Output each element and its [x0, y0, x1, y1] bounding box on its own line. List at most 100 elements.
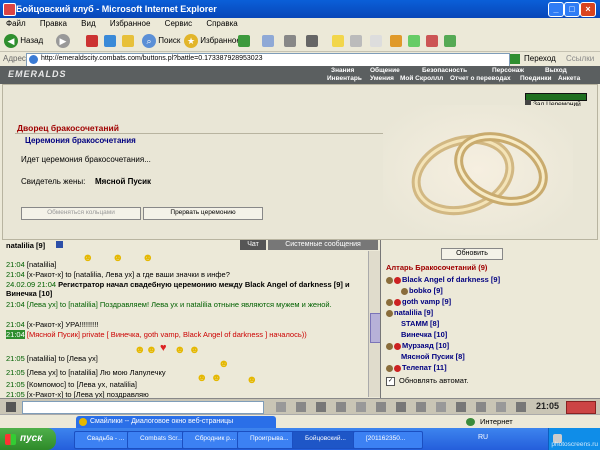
chat-log: 21:04 [natalilia] 21:04 [х-Ракот-х] to [… — [0, 250, 380, 398]
edit-icon[interactable] — [306, 35, 318, 47]
translit-icon[interactable] — [456, 402, 466, 412]
user-row[interactable]: natalilia [9] — [386, 308, 433, 317]
menu-view[interactable]: Вид — [81, 19, 95, 28]
window-title: Бойцовский клуб - Microsoft Internet Exp… — [16, 4, 217, 14]
nav-character[interactable]: Персонаж — [492, 67, 524, 74]
back-arrow-icon: ◀ — [4, 33, 18, 48]
menu-favorites[interactable]: Избранное — [110, 19, 151, 28]
menu-file[interactable]: Файл — [6, 19, 26, 28]
nav-skills[interactable]: Умения — [370, 75, 394, 82]
home-icon[interactable] — [122, 35, 134, 47]
info-icon[interactable] — [56, 241, 63, 248]
window-titlebar: Бойцовский клуб - Microsoft Internet Exp… — [0, 0, 600, 18]
menu-edit[interactable]: Правка — [40, 19, 67, 28]
page-title: Дворец бракосочетаний — [17, 123, 119, 133]
menu-tools[interactable]: Сервис — [165, 19, 192, 28]
chat-line-1: 21:04 [natalilia] — [6, 260, 57, 269]
scroll-icon[interactable] — [516, 402, 526, 412]
links-label[interactable]: Ссылки — [566, 52, 594, 66]
tab-chat[interactable]: Чат — [240, 240, 266, 250]
refresh-button[interactable]: Обновить — [441, 248, 503, 260]
user-row[interactable]: Мурзаяд [10] — [386, 341, 449, 350]
chat-input[interactable] — [22, 401, 264, 414]
user-row[interactable]: Black Angel of darkness [9] — [386, 275, 500, 284]
go-icon[interactable] — [510, 54, 520, 64]
address-label: Адрес: — [3, 54, 29, 63]
mail-icon[interactable] — [262, 35, 274, 47]
auto-refresh-checkbox[interactable]: ✓ — [386, 376, 395, 386]
nav-profile[interactable]: Анкета — [558, 75, 580, 82]
folder-icon[interactable] — [332, 35, 344, 47]
back-button[interactable]: ◀ Назад — [4, 33, 43, 49]
research-icon[interactable] — [390, 35, 402, 47]
nav-knowledge[interactable]: Знания — [331, 67, 354, 74]
user-icon — [386, 364, 393, 372]
chat-line-6: 21:04 [Мясной Пусик] private [ Винечка, … — [6, 330, 307, 339]
user-row[interactable]: STAMM [8] — [401, 319, 439, 328]
favorites-button[interactable]: ★ Избранное — [184, 33, 241, 49]
go-button[interactable]: Переход — [524, 52, 556, 66]
user-icon — [386, 309, 393, 317]
combats-badge-icon — [566, 401, 596, 414]
nav-inventory[interactable]: Инвентарь — [327, 75, 362, 82]
ceremony-status: Идет церемония бракосочетания... — [21, 155, 151, 164]
nav-security[interactable]: Безопасность — [422, 67, 467, 74]
chat-scrollbar[interactable] — [368, 251, 381, 397]
nav-transfers[interactable]: Отчет о переводах — [450, 75, 511, 82]
search-button[interactable]: ⌕ Поиск — [142, 33, 180, 49]
user-row[interactable]: Мясной Пусик [8] — [401, 352, 465, 361]
speaker-icon[interactable] — [396, 402, 406, 412]
minimize-button[interactable]: _ — [548, 2, 564, 17]
watermark: photoscreens.ru — [551, 441, 598, 448]
nav-exit[interactable]: Выход — [545, 67, 567, 74]
task-item[interactable]: [201162350... — [353, 431, 423, 449]
nav-scroll[interactable]: Мой Скроллл — [400, 75, 443, 82]
clover-icon[interactable] — [408, 35, 420, 47]
settings-icon[interactable] — [416, 402, 426, 412]
pencil-icon[interactable] — [296, 402, 306, 412]
user-row[interactable]: bobko [9] — [401, 286, 443, 295]
messenger-icon[interactable] — [370, 35, 382, 47]
dialog-tooltip[interactable]: Смайлики -- Диалоговое окно веб-страницы — [76, 416, 276, 428]
maximize-button[interactable]: □ — [564, 2, 580, 17]
person-icon[interactable] — [336, 402, 346, 412]
clan-icon — [394, 364, 401, 372]
print-icon[interactable] — [284, 35, 296, 47]
start-button[interactable]: пуск — [0, 428, 56, 450]
tab-system-messages[interactable]: Системные сообщения — [268, 240, 378, 250]
forward-arrow-icon: ▶ — [56, 33, 70, 48]
nav-communication[interactable]: Общение — [370, 67, 400, 74]
nav-battles[interactable]: Поединки — [520, 75, 552, 82]
mail-chat-icon[interactable] — [436, 402, 446, 412]
chat-input-bar: 21:05 — [0, 398, 600, 414]
history-icon[interactable] — [238, 35, 250, 47]
filter-icon[interactable] — [356, 402, 366, 412]
address-input[interactable]: http://emeraldscity.combats.com/buttons.… — [26, 53, 510, 67]
menu-bar: Файл Правка Вид Избранное Сервис Справка — [0, 18, 600, 30]
discuss-icon[interactable] — [350, 35, 362, 47]
user-row[interactable]: Винечка [10] — [401, 330, 447, 339]
smiley-picker-icon[interactable] — [316, 402, 326, 412]
close-button[interactable]: × — [580, 2, 596, 17]
tool-icon[interactable] — [426, 35, 438, 47]
user-row[interactable]: goth vamp [9] — [386, 297, 451, 306]
user-row[interactable]: Телепат [11] — [386, 363, 447, 372]
interrupt-ceremony-button[interactable]: Прервать церемонию — [143, 207, 263, 220]
smiley-icon: ☻ ☻ — [174, 344, 201, 356]
smiley-icon: ☻☻ — [134, 344, 158, 356]
heart-icon: ♥ — [160, 342, 167, 354]
forward-button[interactable]: ▶ — [56, 33, 70, 49]
refresh-icon[interactable] — [104, 35, 116, 47]
addon-icon[interactable] — [444, 35, 456, 47]
menu-help[interactable]: Справка — [206, 19, 237, 28]
stop-icon[interactable] — [86, 35, 98, 47]
exchange-rings-button[interactable]: Обменяться кольцами — [21, 207, 141, 220]
language-indicator[interactable]: RU — [478, 434, 488, 441]
map-icon[interactable] — [496, 402, 506, 412]
clear-icon[interactable] — [276, 402, 286, 412]
sword-icon[interactable] — [376, 402, 386, 412]
witness-name: Мясной Пусик — [95, 177, 152, 186]
power-icon[interactable] — [6, 402, 16, 412]
lock-icon[interactable] — [476, 402, 486, 412]
search-icon: ⌕ — [142, 33, 156, 48]
